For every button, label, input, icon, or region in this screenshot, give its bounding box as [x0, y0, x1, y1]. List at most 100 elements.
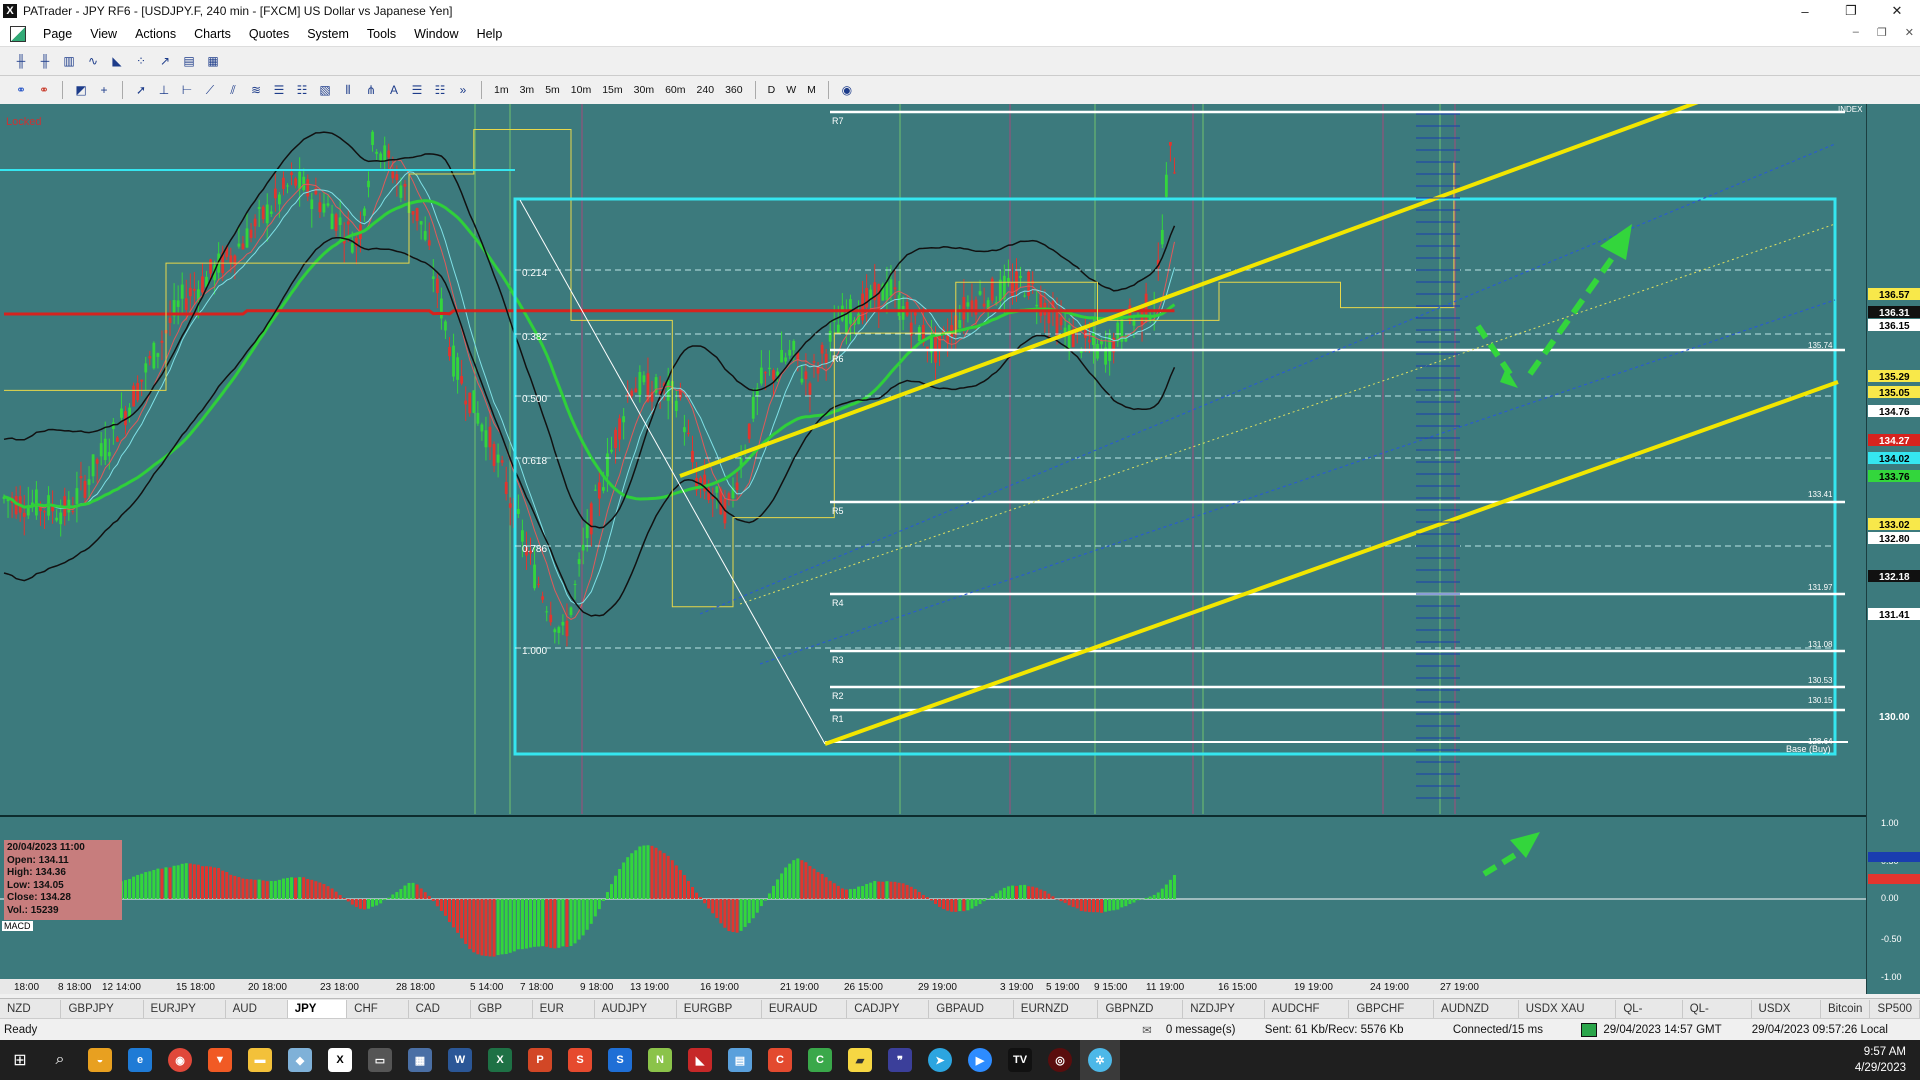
- excel-icon[interactable]: X: [480, 1040, 520, 1080]
- edge-icon[interactable]: e: [120, 1040, 160, 1080]
- tf-360[interactable]: 360: [722, 84, 746, 96]
- symbol-tab[interactable]: NZD RF6: [0, 1000, 62, 1033]
- status-messages[interactable]: 0 message(s): [1166, 1024, 1265, 1036]
- fib-extension-icon[interactable]: ☷: [293, 82, 311, 98]
- andrews-pitchfork-icon[interactable]: ⋔: [362, 82, 380, 98]
- symbol-tab[interactable]: GBPJPY RF6: [61, 1000, 144, 1033]
- symbol-tab[interactable]: USDX XAU USD: [1519, 1000, 1617, 1033]
- more-tools-icon[interactable]: »: [454, 82, 472, 98]
- delete-drawing-icon[interactable]: ☷: [431, 82, 449, 98]
- close-button[interactable]: ✕: [1874, 0, 1920, 22]
- menu-help[interactable]: Help: [468, 27, 512, 41]
- menu-page[interactable]: Page: [34, 27, 81, 41]
- symbol-tab[interactable]: SP500: [1870, 1000, 1920, 1018]
- app-s-blue-icon[interactable]: S: [600, 1040, 640, 1080]
- symbol-tab[interactable]: QL-Exotics: [1683, 1000, 1752, 1033]
- tf-1m[interactable]: 1m: [491, 84, 512, 96]
- symbol-tab[interactable]: EURNZD RF6: [1014, 1000, 1099, 1033]
- candle-chart-icon[interactable]: ▥: [60, 53, 78, 69]
- symbol-tab[interactable]: AUD RF6: [226, 1000, 288, 1033]
- patrader-icon[interactable]: X: [320, 1040, 360, 1080]
- trend-chart-icon[interactable]: ↗: [156, 53, 174, 69]
- tf-w[interactable]: W: [783, 84, 799, 96]
- chart-area[interactable]: 0.214 0.382 0.500 0.618 0.786 1.000 R7 R6 R5 R4 R3…: [0, 104, 1920, 994]
- sticky-notes-icon[interactable]: ▰: [840, 1040, 880, 1080]
- price-scale[interactable]: 136.57 136.31 136.15 135.29 135.05 134.76 134.…: [1866, 104, 1920, 994]
- channel-icon[interactable]: ⫽: [224, 82, 242, 98]
- symbol-tab[interactable]: GBPCHF RF6: [1349, 1000, 1435, 1033]
- chart-menu-icon[interactable]: [10, 26, 26, 42]
- vertical-line-icon[interactable]: ⊢: [178, 82, 196, 98]
- file-explorer-icon[interactable]: ▬: [240, 1040, 280, 1080]
- mdi-minimize-icon[interactable]: –: [1853, 26, 1859, 39]
- symbol-tab[interactable]: QL-Majors: [1616, 1000, 1683, 1033]
- symbol-tab[interactable]: CADJPY RF6: [847, 1000, 930, 1033]
- bar-chart-icon[interactable]: ╫: [12, 53, 30, 69]
- settings-icon[interactable]: ◉: [838, 82, 856, 98]
- ohlc-chart-icon[interactable]: ╫: [36, 53, 54, 69]
- symbol-tab[interactable]: CHF RF6: [347, 1000, 409, 1033]
- app-active-icon[interactable]: ✲: [1080, 1040, 1120, 1080]
- menu-window[interactable]: Window: [405, 27, 467, 41]
- app-blue-icon[interactable]: ▤: [720, 1040, 760, 1080]
- symbol-tab[interactable]: EURJPY RF6: [144, 1000, 226, 1033]
- symbol-tab[interactable]: EURGBP RF6: [677, 1000, 762, 1033]
- pivot-icon[interactable]: ☰: [408, 82, 426, 98]
- brave-icon[interactable]: ▼: [200, 1040, 240, 1080]
- text-icon[interactable]: A: [385, 82, 403, 98]
- app-n-icon[interactable]: N: [640, 1040, 680, 1080]
- symbol-tab[interactable]: EURAUD RF6: [762, 1000, 848, 1033]
- fib-retracement-icon[interactable]: ☰: [270, 82, 288, 98]
- link-blue-icon[interactable]: ⚭: [12, 82, 30, 98]
- tf-3m[interactable]: 3m: [517, 84, 538, 96]
- tf-5m[interactable]: 5m: [542, 84, 563, 96]
- volume-icon[interactable]: ▦: [204, 53, 222, 69]
- line-chart-icon[interactable]: ∿: [84, 53, 102, 69]
- menu-tools[interactable]: Tools: [358, 27, 405, 41]
- minimize-button[interactable]: –: [1782, 0, 1828, 22]
- histogram-icon[interactable]: ▤: [180, 53, 198, 69]
- symbol-tab[interactable]: NZDJPY RF6: [1183, 1000, 1265, 1033]
- mdi-close-icon[interactable]: ✕: [1905, 26, 1914, 39]
- symbol-tab[interactable]: GBPNZD RF6: [1098, 1000, 1184, 1033]
- tradingview-icon[interactable]: TV: [1000, 1040, 1040, 1080]
- symbol-tab[interactable]: EUR RF6: [533, 1000, 595, 1033]
- mdi-restore-icon[interactable]: ❐: [1877, 26, 1887, 39]
- notes-icon[interactable]: ◆: [280, 1040, 320, 1080]
- symbol-tab[interactable]: AUDJPY RF6: [595, 1000, 677, 1033]
- word-icon[interactable]: W: [440, 1040, 480, 1080]
- tf-60m[interactable]: 60m: [662, 84, 688, 96]
- mail-icon[interactable]: ✉: [1142, 1023, 1166, 1037]
- app-dark-red-icon[interactable]: ◎: [1040, 1040, 1080, 1080]
- tf-10m[interactable]: 10m: [568, 84, 594, 96]
- area-chart-icon[interactable]: ◣: [108, 53, 126, 69]
- menu-quotes[interactable]: Quotes: [240, 27, 298, 41]
- chrome-icon[interactable]: ◉: [160, 1040, 200, 1080]
- menu-system[interactable]: System: [298, 27, 358, 41]
- symbol-tab[interactable]: AUDCHF RF6: [1265, 1000, 1350, 1033]
- app-icon-1[interactable]: ◒: [80, 1040, 120, 1080]
- menu-actions[interactable]: Actions: [126, 27, 185, 41]
- menu-view[interactable]: View: [81, 27, 126, 41]
- symbol-tab[interactable]: CAD RF6: [409, 1000, 471, 1033]
- pointer-icon[interactable]: ➚: [132, 82, 150, 98]
- search-icon[interactable]: ⌕: [40, 1040, 80, 1080]
- symbol-tab[interactable]: GBP RF6: [471, 1000, 533, 1033]
- cycle-icon[interactable]: ⫴: [339, 82, 357, 98]
- crosshair-icon[interactable]: +: [95, 82, 113, 98]
- symbol-tab[interactable]: Bitcoin: [1821, 1000, 1871, 1018]
- fib-fan-icon[interactable]: ≋: [247, 82, 265, 98]
- horizontal-line-icon[interactable]: ⊥: [155, 82, 173, 98]
- gann-icon[interactable]: ▧: [316, 82, 334, 98]
- window-app-icon[interactable]: ▭: [360, 1040, 400, 1080]
- menu-charts[interactable]: Charts: [185, 27, 240, 41]
- app-s-red-icon[interactable]: S: [560, 1040, 600, 1080]
- link-red-icon[interactable]: ⚭: [35, 82, 53, 98]
- app-c-red-icon[interactable]: C: [760, 1040, 800, 1080]
- app-red-icon[interactable]: ◣: [680, 1040, 720, 1080]
- indicator-icon[interactable]: ◩: [72, 82, 90, 98]
- tf-m[interactable]: M: [804, 84, 819, 96]
- maximize-button[interactable]: ❐: [1828, 0, 1874, 22]
- tf-30m[interactable]: 30m: [631, 84, 657, 96]
- dot-chart-icon[interactable]: ⁘: [132, 53, 150, 69]
